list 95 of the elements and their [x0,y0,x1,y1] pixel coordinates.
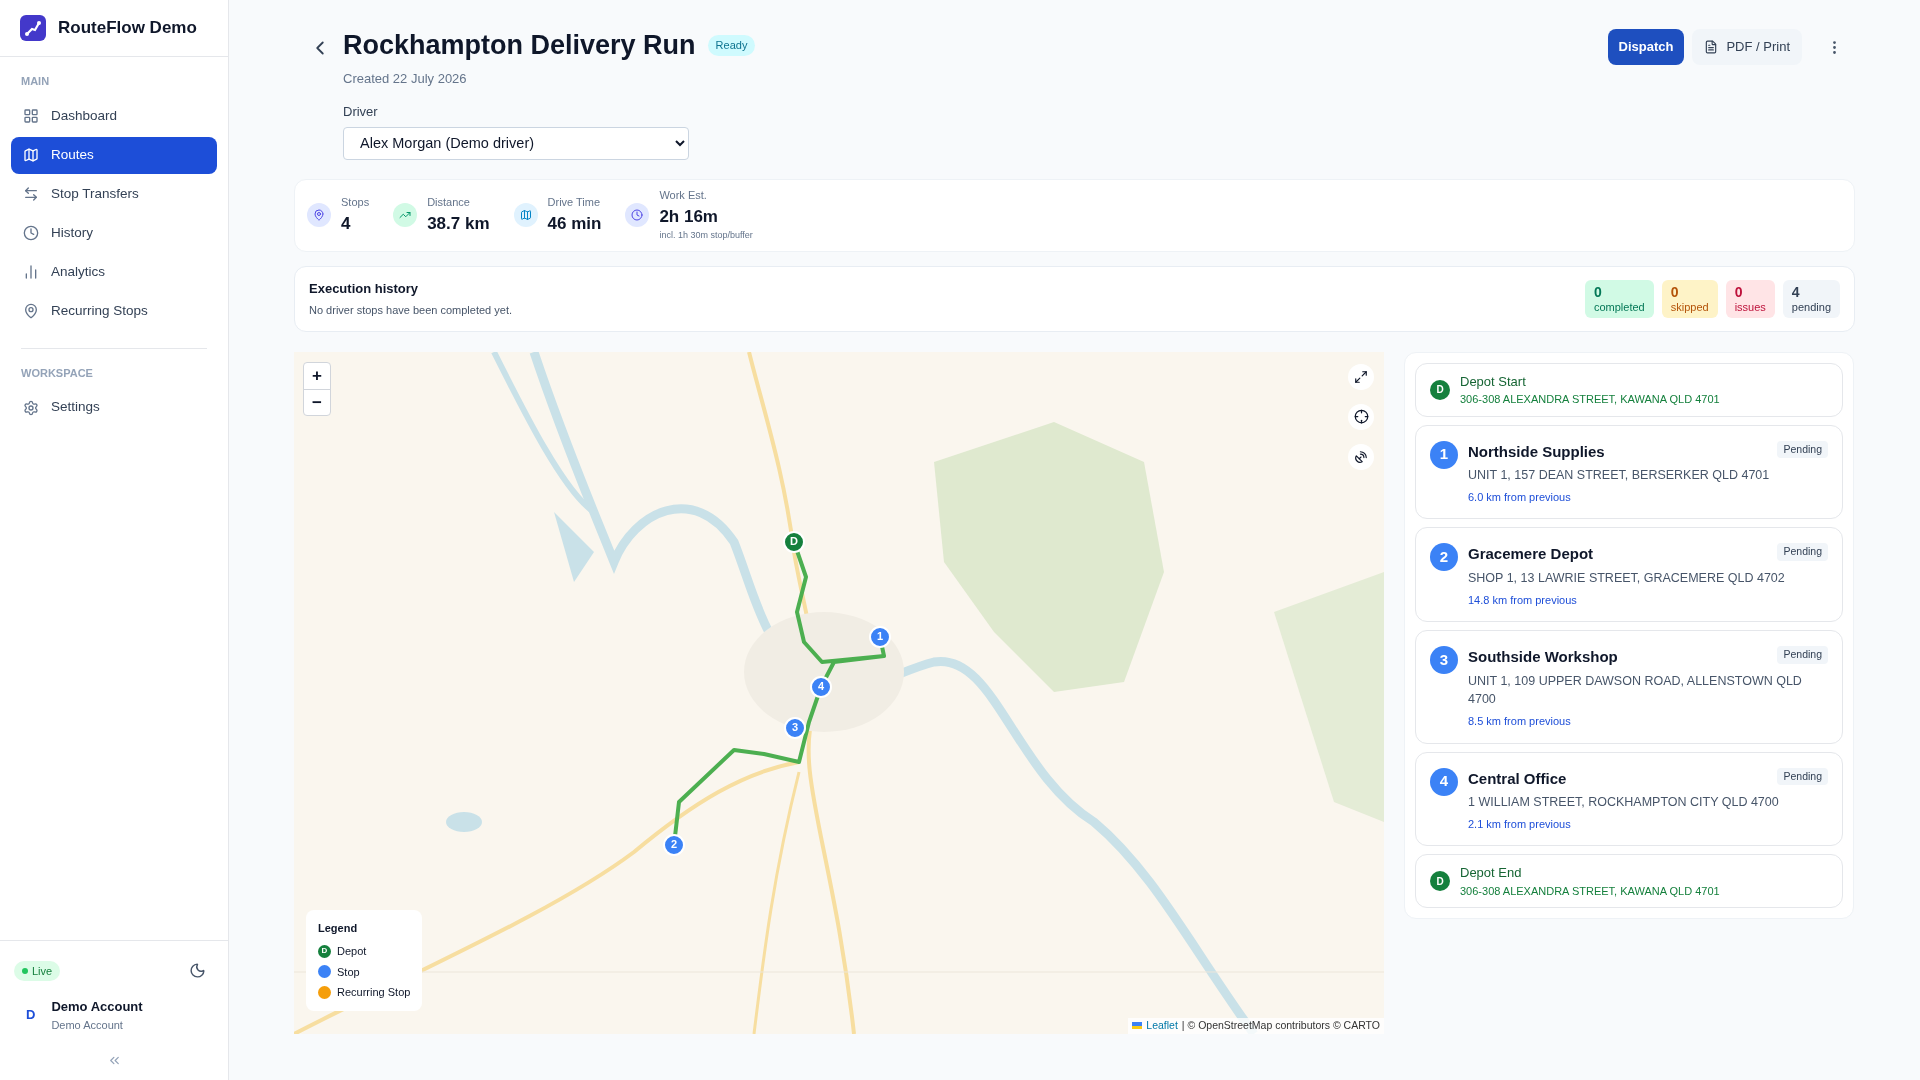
legend-label: Stop [337,964,360,980]
stop-name: Northside Supplies [1468,441,1605,462]
status-badge: Pending [1777,646,1828,664]
trend-icon [393,203,418,227]
moon-icon[interactable] [189,962,206,980]
nav-item[interactable]: Routes [11,136,217,174]
stop-number: 3 [1430,646,1458,674]
count-badge: 0 completed [1584,279,1654,318]
leaflet-link[interactable]: Leaflet [1146,1017,1178,1034]
gear-icon [23,399,39,416]
account-name: Demo Account [51,998,143,1016]
stop-name: Southside Workshop [1468,647,1618,667]
nav-item[interactable]: Analytics [11,253,217,291]
stop-distance: 2.1 km from previous [1468,816,1572,832]
stop-card[interactable]: 3 Southside Workshop Pending UNIT 1, 109 UPPER DAWSON ROAD, ALLENSTOWN QLD 4700 8.5 km from previous [1415,630,1843,744]
nav-item[interactable]: Dashboard [11,97,217,135]
stat-value: 2h 16m [659,205,719,228]
stop-number: 2 [1430,543,1458,572]
satellite-icon [1354,449,1368,464]
avatar: D [26,1006,36,1025]
stop-number: 1 [1430,440,1458,469]
status-badge: Pending [1777,440,1828,459]
stop-address: 1 WILLIAM STREET, ROCKHAMPTON CITY QLD 4700 [1468,794,1780,811]
stat-value: 4 [341,212,352,235]
bar-chart-icon [23,264,39,280]
app-name: RouteFlow Demo [58,17,197,40]
status-badge: Pending [1777,543,1828,561]
expand-icon [1354,369,1368,384]
nav-item[interactable]: Settings [11,389,217,426]
nav-item[interactable]: History [11,214,217,252]
legend-title: Legend [318,920,359,936]
nav-item[interactable]: Stop Transfers [11,175,217,213]
stop-card[interactable]: 1 Northside Supplies Pending UNIT 1, 157 DEAN STREET, BERSERKER QLD 4701 6.0 km from previous [1415,424,1843,520]
depot-name: Depot End [1460,864,1523,883]
count-badge: 0 skipped [1661,279,1718,318]
depot-address: 306-308 ALEXANDRA STREET, KAWANA QLD 4701 [1460,392,1720,407]
logo-icon [20,15,46,41]
grid-icon [23,108,39,124]
live-badge: Live [14,960,61,981]
clock-icon [625,203,650,227]
dispatch-button[interactable]: Dispatch [1607,29,1685,65]
section-heading: WORKSPACE [20,365,94,381]
stop-address: UNIT 1, 157 DEAN STREET, BERSERKER QLD 4701 [1468,467,1771,484]
section-heading: MAIN [20,74,51,89]
stop-address: SHOP 1, 13 LAWRIE STREET, GRACEMERE QLD 4702 [1468,569,1786,587]
stop-number: 4 [1430,767,1458,796]
stat-label: Stops [341,195,370,210]
map-icon [513,203,538,227]
execution-title: Execution history [309,280,420,298]
zoom-out-button[interactable]: − [304,388,330,415]
print-button[interactable]: PDF / Print [1692,29,1802,65]
count-badge: 0 issues [1725,279,1775,318]
status-badge: Pending [1777,767,1828,786]
stat-note: incl. 1h 30m stop/buffer [659,229,753,243]
depot-card[interactable]: D Depot Start 306-308 ALEXANDRA STREET, KAWANA QLD 4701 [1415,362,1843,417]
depot-name: Depot Start [1460,372,1527,391]
stop-address: UNIT 1, 109 UPPER DAWSON ROAD, ALLENSTOWN QLD 4700 [1468,672,1803,709]
account-subtitle: Demo Account [51,1017,124,1033]
stat-value: 46 min [547,212,602,235]
stat-value: 38.7 km [427,212,490,235]
flag-icon [1132,1022,1143,1030]
driver-select[interactable]: Alex Morgan (Demo driver) [343,126,689,160]
document-icon [1704,40,1719,54]
map[interactable]: D 1 4 3 2 + − Legend D Depot Stop Recurring Stop Leaflet | © OpenStreetMap contributors © CARTO [294,351,1384,1034]
stop-distance: 6.0 km from previous [1468,489,1572,505]
page-title: Rockhampton Delivery Run [343,29,696,62]
stop-distance: 8.5 km from previous [1468,714,1572,729]
stop-card[interactable]: 4 Central Office Pending 1 WILLIAM STREET, ROCKHAMPTON CITY QLD 4700 2.1 km from previous [1415,751,1843,847]
count-badge: 4 pending [1782,279,1840,318]
depot-card[interactable]: D Depot End 306-308 ALEXANDRA STREET, KAWANA QLD 4701 [1415,854,1843,909]
stop-distance: 14.8 km from previous [1468,592,1578,608]
zoom-in-button[interactable]: + [304,362,330,389]
depot-badge: D [1430,379,1450,400]
stop-name: Gracemere Depot [1468,544,1594,565]
nav-item[interactable]: Recurring Stops [11,292,217,330]
stop-name: Central Office [1468,768,1567,789]
stat-label: Work Est. [659,188,708,204]
crosshair-icon [1353,409,1369,424]
stat-label: Distance [427,195,471,210]
execution-message: No driver stops have been completed yet. [309,302,512,318]
arrows-icon [23,186,39,202]
legend-label: Recurring Stop [337,985,411,1000]
stat-label: Drive Time [547,195,602,210]
status-badge: Ready [707,35,756,56]
stop-card[interactable]: 2 Gracemere Depot Pending SHOP 1, 13 LAWRIE STREET, GRACEMERE QLD 4702 14.8 km from previous [1415,527,1843,622]
driver-label: Driver [343,103,379,121]
map-pin-icon [23,303,39,319]
created-date: Created 22 July 2026 [343,69,468,88]
attribution-text: | © OpenStreetMap contributors © CARTO [1181,1017,1380,1033]
depot-badge: D [1430,871,1450,892]
map-icon [23,147,39,163]
map-pin-icon [307,203,331,227]
legend-label: Depot [337,944,367,959]
depot-address: 306-308 ALEXANDRA STREET, KAWANA QLD 4701 [1460,883,1720,899]
clock-icon [23,225,39,241]
